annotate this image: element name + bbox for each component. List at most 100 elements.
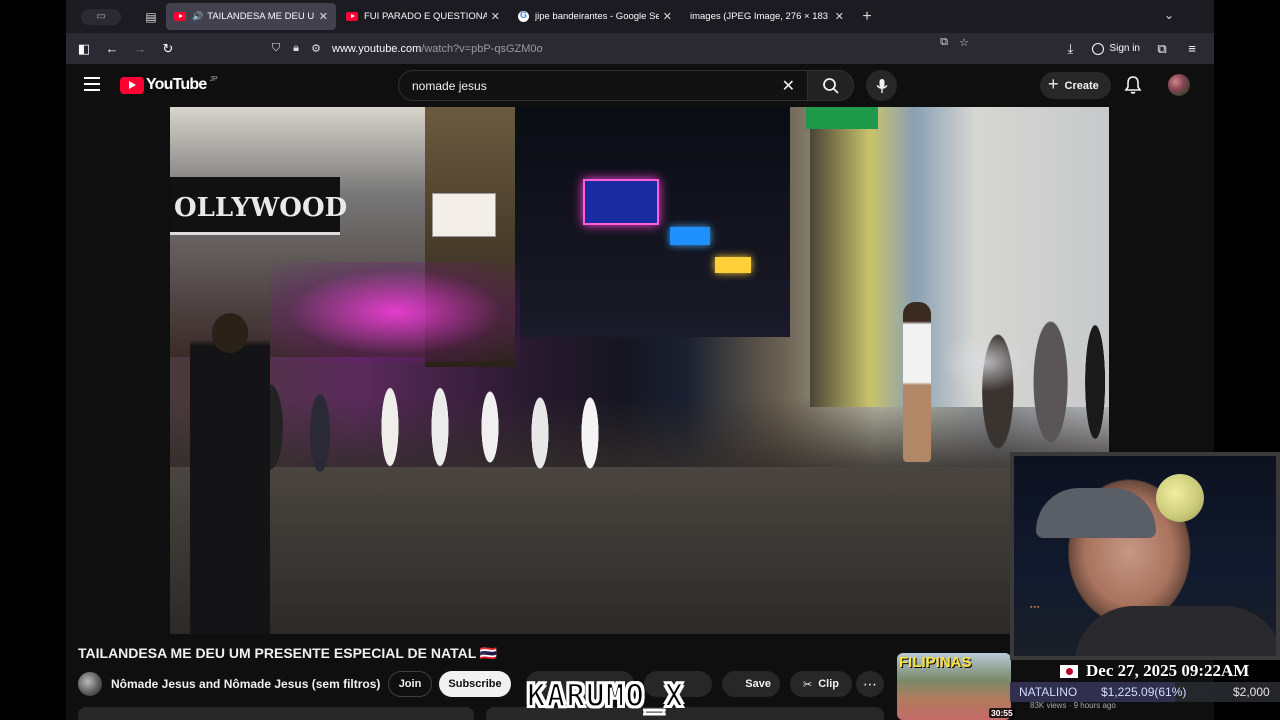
datetime-text: Dec 27, 2025 09:22AM <box>1086 661 1250 680</box>
goal-value: $1,225.09(61%) <box>1101 685 1187 699</box>
tab-close-icon[interactable]: ✕ <box>835 10 844 23</box>
streamer-watermark: KARUMO_X <box>526 677 685 715</box>
channel-avatar[interactable] <box>78 672 102 696</box>
downloads-icon[interactable]: ⤓ <box>1056 35 1084 63</box>
stream-datetime: Dec 27, 2025 09:22AM <box>1060 661 1249 681</box>
youtube-favicon-icon <box>346 12 358 21</box>
search-icon <box>822 77 839 94</box>
view-count: 83K views <box>1030 701 1067 710</box>
tab-google-search[interactable]: jipe bandeirantes - Google Search ✕ <box>510 3 680 30</box>
tab-jpeg-image[interactable]: images (JPEG Image, 276 × 183 pixels) ✕ <box>682 3 852 30</box>
tab-label: images (JPEG Image, 276 × 183 pixels) <box>690 11 831 22</box>
voice-search-button[interactable] <box>866 70 897 101</box>
video-scene-person <box>190 307 270 634</box>
search-input[interactable]: nomade jesus ✕ <box>398 70 808 101</box>
tab-bar: ▭ ▤ 🔊 TAILANDESA ME DEU UM PRESENTE ESPE… <box>66 0 1214 33</box>
plus-icon: + <box>1048 74 1059 94</box>
goal-name: NATALINO <box>1019 685 1078 699</box>
webcam-scene-shirt <box>1074 606 1276 656</box>
youtube-favicon-icon <box>174 12 186 21</box>
tab-overview-icon[interactable]: ▤ <box>136 0 166 33</box>
video-scene-neon <box>583 179 659 225</box>
goal-target: $2,000 <box>1233 685 1270 699</box>
list-all-tabs-icon[interactable]: ⌄ <box>1164 8 1174 22</box>
save-label: Save <box>745 678 771 690</box>
clip-button[interactable]: ✂ Clip <box>790 671 852 697</box>
forward-icon[interactable]: → <box>126 35 154 63</box>
video-scene-smoke <box>940 332 1030 392</box>
clear-search-icon[interactable]: ✕ <box>782 76 795 96</box>
tab-label: TAILANDESA ME DEU UM PRESENTE ESPECIAL D… <box>207 11 315 22</box>
subscribe-button[interactable]: Subscribe <box>439 671 511 697</box>
url-domain: www.youtube.com <box>332 42 422 55</box>
youtube-logo[interactable]: YouTube JP <box>120 76 218 94</box>
video-scene-sign: OLLYWOOD <box>170 177 347 235</box>
sign-in-label: Sign in <box>1109 43 1140 54</box>
tab-close-icon[interactable]: ✕ <box>319 10 328 23</box>
lock-icon[interactable]: 🔒︎ <box>286 42 306 55</box>
extensions-icon[interactable]: ⧉ <box>1148 35 1176 63</box>
permissions-icon[interactable]: ⚙︎ <box>306 42 326 55</box>
new-tab-icon[interactable]: + <box>854 8 880 26</box>
guide-menu-icon[interactable] <box>84 77 100 91</box>
tab-close-icon[interactable]: ✕ <box>491 10 500 23</box>
search-button[interactable] <box>808 70 854 101</box>
description-box[interactable] <box>78 707 474 720</box>
menu-icon[interactable]: ≡ <box>1178 35 1206 63</box>
back-icon[interactable]: ← <box>98 35 126 63</box>
bookmark-star-icon[interactable]: ☆ <box>954 36 974 49</box>
video-duration: 30:55 <box>989 708 1015 718</box>
speaker-icon[interactable]: 🔊 <box>192 11 203 22</box>
webcam-scene-moon <box>1156 474 1204 522</box>
tracking-shield-icon[interactable]: ⛉ <box>266 42 286 55</box>
tab-close-icon[interactable]: ✕ <box>663 10 672 23</box>
webcam-scene-cap <box>1036 488 1156 538</box>
create-label: Create <box>1064 79 1099 92</box>
sidebar-toggle[interactable]: ▭ <box>66 0 136 33</box>
create-button[interactable]: + Create <box>1040 72 1111 99</box>
youtube-wordmark: YouTube <box>146 76 207 93</box>
user-avatar[interactable] <box>1168 74 1190 96</box>
url-bar[interactable]: ⛉ 🔒︎ ⚙︎ www.youtube.com/watch?v=pbP-qsGZ… <box>266 36 974 61</box>
url-text[interactable]: www.youtube.com/watch?v=pbP-qsGZM0o <box>332 43 543 55</box>
video-title: TAILANDESA ME DEU UM PRESENTE ESPECIAL D… <box>78 645 498 661</box>
tab-youtube-tailandesa[interactable]: 🔊 TAILANDESA ME DEU UM PRESENTE ESPECIAL… <box>166 3 336 30</box>
save-button[interactable]: Save <box>722 671 780 697</box>
reload-icon[interactable]: ↻ <box>154 35 182 63</box>
screen: ▭ ▤ 🔊 TAILANDESA ME DEU UM PRESENTE ESPE… <box>0 0 1280 720</box>
webcam-overlay: ▪▪▪ <box>1010 452 1280 660</box>
tab-youtube-fui-parado[interactable]: FUI PARADO E QUESTIONADO PELA POLÍCIA ✕ <box>338 3 508 30</box>
sidebar-icon: ▭ <box>81 8 121 25</box>
picture-in-picture-icon[interactable]: ⧉ <box>934 36 954 49</box>
url-path: /watch?v=pbP-qsGZM0o <box>421 42 543 55</box>
donation-goal-bar: NATALINO $1,225.09(61%) $2,000 <box>1010 682 1280 702</box>
youtube-header: YouTube JP nomade jesus ✕ + Create <box>66 64 1214 107</box>
nav-bar: ◧ ← → ↻ ⛉ 🔒︎ ⚙︎ www.youtube.com/watch?v=… <box>66 33 1214 64</box>
account-icon <box>1092 42 1105 55</box>
clip-label: Clip <box>818 678 839 690</box>
scissors-icon: ✂ <box>803 678 813 691</box>
sidebar-panel-icon[interactable]: ◧ <box>70 35 98 63</box>
thumbnail-text: FILIPINAS <box>899 654 972 671</box>
google-favicon-icon <box>518 10 529 22</box>
microphone-icon <box>875 78 888 93</box>
tab-label: jipe bandeirantes - Google Search <box>535 11 659 22</box>
video-scene-sign <box>432 193 496 237</box>
tab-label: FUI PARADO E QUESTIONADO PELA POLÍCIA <box>364 11 487 22</box>
country-code: JP <box>209 75 218 83</box>
recommended-video-meta: 83K views · 9 hours ago <box>1030 701 1116 710</box>
webcam-scene-light: ▪▪▪ <box>1030 604 1041 611</box>
video-scene-neon <box>670 227 710 245</box>
video-player[interactable]: OLLYWOOD <box>170 107 1109 634</box>
channel-name[interactable]: Nômade Jesus and Nômade Jesus (sem filtr… <box>111 677 380 691</box>
video-scene-sign <box>806 107 878 129</box>
more-actions-button[interactable]: ⋯ <box>856 671 884 697</box>
video-scene-sign-text: OLLYWOOD <box>174 193 348 223</box>
japan-flag-icon <box>1060 664 1078 678</box>
video-scene-neon <box>715 257 751 273</box>
youtube-play-icon <box>120 76 144 94</box>
video-scene-person <box>903 302 931 462</box>
notifications-bell-icon[interactable] <box>1124 75 1142 100</box>
sign-in-button[interactable]: Sign in <box>1086 37 1146 61</box>
join-button[interactable]: Join <box>388 671 432 697</box>
